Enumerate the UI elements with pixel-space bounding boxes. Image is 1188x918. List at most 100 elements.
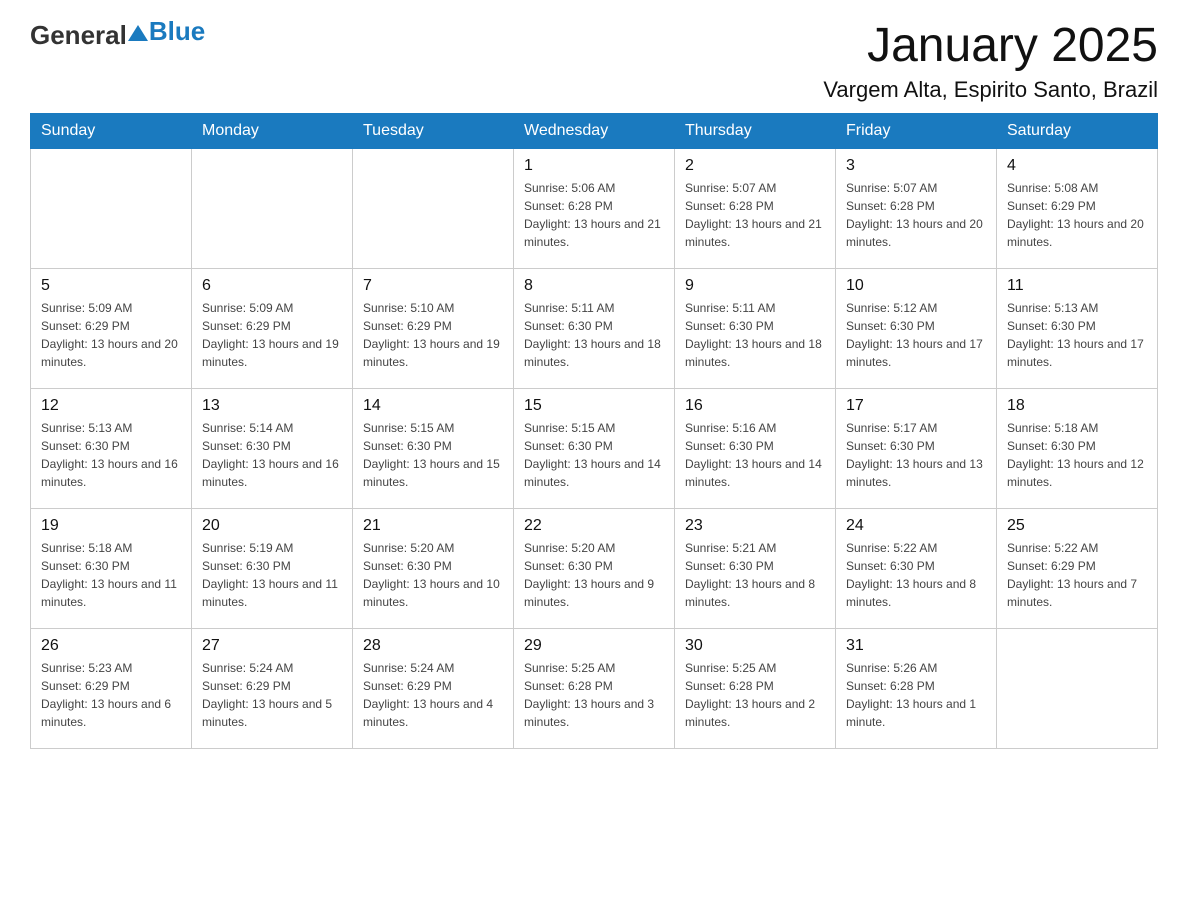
day-number: 12: [41, 397, 181, 415]
weekday-header-saturday: Saturday: [997, 113, 1158, 148]
weekday-header-friday: Friday: [836, 113, 997, 148]
day-info: Sunrise: 5:09 AM Sunset: 6:29 PM Dayligh…: [202, 299, 342, 371]
calendar-cell: 8Sunrise: 5:11 AM Sunset: 6:30 PM Daylig…: [514, 268, 675, 388]
day-number: 3: [846, 157, 986, 175]
week-row-1: 5 Sunrise: 5:09 AM Sunset: 6:29 PM Daylig…: [31, 268, 1158, 388]
day-info: Sunrise: 5:18 AM Sunset: 6:30 PM Dayligh…: [1007, 419, 1147, 491]
day-info: Sunrise: 5:23 AM Sunset: 6:29 PM Dayligh…: [41, 659, 181, 731]
day-info: Sunrise: 5:13 AM Sunset: 6:30 PM Dayligh…: [1007, 299, 1147, 371]
calendar-cell: 25 Sunrise: 5:22 AM Sunset: 6:29 PM Dayli…: [997, 508, 1158, 628]
calendar-title: January 2025: [823, 20, 1158, 73]
day-number: 8: [524, 277, 664, 295]
day-number: 6: [202, 277, 342, 295]
calendar-cell: 22 Sunrise: 5:20 AM Sunset: 6:30 PM Dayli…: [514, 508, 675, 628]
calendar-cell: [997, 628, 1158, 748]
calendar-cell: 5Sunrise: 5:09 AM Sunset: 6:29 PM Daylig…: [31, 268, 192, 388]
day-info: Sunrise: 5:20 AM Sunset: 6:30 PM Dayligh…: [524, 539, 664, 611]
day-number: 20: [202, 517, 342, 535]
calendar-cell: 27Sunrise: 5:24 AM Sunset: 6:29 PM Dayli…: [192, 628, 353, 748]
calendar-cell: 18 Sunrise: 5:18 AM Sunset: 6:30 PM Dayli…: [997, 388, 1158, 508]
day-info: Sunrise: 5:25 AM Sunset: 6:28 PM Dayligh…: [685, 659, 825, 731]
day-info: Sunrise: 5:16 AM Sunset: 6:30 PM Dayligh…: [685, 419, 825, 491]
calendar-cell: 30 Sunrise: 5:25 AM Sunset: 6:28 PM Dayli…: [675, 628, 836, 748]
calendar-cell: 9 Sunrise: 5:11 AM Sunset: 6:30 PM Daylig…: [675, 268, 836, 388]
week-row-3: 19 Sunrise: 5:18 AM Sunset: 6:30 PM Dayli…: [31, 508, 1158, 628]
day-number: 9: [685, 277, 825, 295]
day-info: Sunrise: 5:21 AM Sunset: 6:30 PM Dayligh…: [685, 539, 825, 611]
calendar-cell: 26 Sunrise: 5:23 AM Sunset: 6:29 PM Dayli…: [31, 628, 192, 748]
calendar-cell: 16 Sunrise: 5:16 AM Sunset: 6:30 PM Dayli…: [675, 388, 836, 508]
day-info: Sunrise: 5:19 AM Sunset: 6:30 PM Dayligh…: [202, 539, 342, 611]
calendar-header: SundayMondayTuesdayWednesdayThursdayFrid…: [31, 113, 1158, 148]
day-number: 19: [41, 517, 181, 535]
day-number: 30: [685, 637, 825, 655]
logo: General Blue: [30, 20, 205, 51]
day-number: 11: [1007, 277, 1147, 295]
calendar-cell: 3 Sunrise: 5:07 AM Sunset: 6:28 PM Daylig…: [836, 148, 997, 268]
day-info: Sunrise: 5:24 AM Sunset: 6:29 PM Dayligh…: [363, 659, 503, 731]
day-info: Sunrise: 5:13 AM Sunset: 6:30 PM Dayligh…: [41, 419, 181, 491]
calendar-cell: 24 Sunrise: 5:22 AM Sunset: 6:30 PM Dayli…: [836, 508, 997, 628]
calendar-cell: 29Sunrise: 5:25 AM Sunset: 6:28 PM Dayli…: [514, 628, 675, 748]
calendar-cell: 11 Sunrise: 5:13 AM Sunset: 6:30 PM Dayli…: [997, 268, 1158, 388]
weekday-header-wednesday: Wednesday: [514, 113, 675, 148]
day-number: 10: [846, 277, 986, 295]
day-number: 16: [685, 397, 825, 415]
calendar-cell: 21 Sunrise: 5:20 AM Sunset: 6:30 PM Dayli…: [353, 508, 514, 628]
day-info: Sunrise: 5:10 AM Sunset: 6:29 PM Dayligh…: [363, 299, 503, 371]
calendar-cell: 2Sunrise: 5:07 AM Sunset: 6:28 PM Daylig…: [675, 148, 836, 268]
day-info: Sunrise: 5:11 AM Sunset: 6:30 PM Dayligh…: [685, 299, 825, 371]
weekday-header-monday: Monday: [192, 113, 353, 148]
day-info: Sunrise: 5:25 AM Sunset: 6:28 PM Dayligh…: [524, 659, 664, 731]
day-info: Sunrise: 5:06 AM Sunset: 6:28 PM Dayligh…: [524, 179, 664, 251]
day-number: 25: [1007, 517, 1147, 535]
day-number: 28: [363, 637, 503, 655]
calendar-cell: 17Sunrise: 5:17 AM Sunset: 6:30 PM Dayli…: [836, 388, 997, 508]
logo-general-text: General: [30, 20, 127, 51]
calendar-cell: [192, 148, 353, 268]
day-number: 7: [363, 277, 503, 295]
day-number: 23: [685, 517, 825, 535]
day-number: 2: [685, 157, 825, 175]
day-number: 31: [846, 637, 986, 655]
calendar-cell: 7 Sunrise: 5:10 AM Sunset: 6:29 PM Daylig…: [353, 268, 514, 388]
day-info: Sunrise: 5:15 AM Sunset: 6:30 PM Dayligh…: [524, 419, 664, 491]
logo-blue-text: Blue: [149, 16, 205, 47]
day-number: 22: [524, 517, 664, 535]
calendar-cell: 12 Sunrise: 5:13 AM Sunset: 6:30 PM Dayli…: [31, 388, 192, 508]
week-row-2: 12 Sunrise: 5:13 AM Sunset: 6:30 PM Dayli…: [31, 388, 1158, 508]
day-info: Sunrise: 5:20 AM Sunset: 6:30 PM Dayligh…: [363, 539, 503, 611]
calendar-cell: 14 Sunrise: 5:15 AM Sunset: 6:30 PM Dayli…: [353, 388, 514, 508]
calendar-cell: 4 Sunrise: 5:08 AM Sunset: 6:29 PM Daylig…: [997, 148, 1158, 268]
day-number: 26: [41, 637, 181, 655]
day-info: Sunrise: 5:08 AM Sunset: 6:29 PM Dayligh…: [1007, 179, 1147, 251]
day-number: 21: [363, 517, 503, 535]
calendar-cell: 31 Sunrise: 5:26 AM Sunset: 6:28 PM Dayli…: [836, 628, 997, 748]
day-number: 4: [1007, 157, 1147, 175]
day-info: Sunrise: 5:12 AM Sunset: 6:30 PM Dayligh…: [846, 299, 986, 371]
day-number: 27: [202, 637, 342, 655]
calendar-cell: [31, 148, 192, 268]
day-info: Sunrise: 5:07 AM Sunset: 6:28 PM Dayligh…: [846, 179, 986, 251]
day-number: 24: [846, 517, 986, 535]
day-info: Sunrise: 5:22 AM Sunset: 6:30 PM Dayligh…: [846, 539, 986, 611]
day-number: 5: [41, 277, 181, 295]
weekday-header-thursday: Thursday: [675, 113, 836, 148]
calendar-cell: 28 Sunrise: 5:24 AM Sunset: 6:29 PM Dayli…: [353, 628, 514, 748]
day-number: 13: [202, 397, 342, 415]
day-info: Sunrise: 5:18 AM Sunset: 6:30 PM Dayligh…: [41, 539, 181, 611]
calendar-cell: 1 Sunrise: 5:06 AM Sunset: 6:28 PM Daylig…: [514, 148, 675, 268]
day-info: Sunrise: 5:22 AM Sunset: 6:29 PM Dayligh…: [1007, 539, 1147, 611]
day-info: Sunrise: 5:26 AM Sunset: 6:28 PM Dayligh…: [846, 659, 986, 731]
day-number: 1: [524, 157, 664, 175]
weekday-header-tuesday: Tuesday: [353, 113, 514, 148]
calendar-cell: 13Sunrise: 5:14 AM Sunset: 6:30 PM Dayli…: [192, 388, 353, 508]
weekday-header-row: SundayMondayTuesdayWednesdayThursdayFrid…: [31, 113, 1158, 148]
week-row-0: 1 Sunrise: 5:06 AM Sunset: 6:28 PM Daylig…: [31, 148, 1158, 268]
day-info: Sunrise: 5:15 AM Sunset: 6:30 PM Dayligh…: [363, 419, 503, 491]
day-number: 18: [1007, 397, 1147, 415]
day-number: 14: [363, 397, 503, 415]
week-row-4: 26 Sunrise: 5:23 AM Sunset: 6:29 PM Dayli…: [31, 628, 1158, 748]
weekday-header-sunday: Sunday: [31, 113, 192, 148]
calendar-body: 1 Sunrise: 5:06 AM Sunset: 6:28 PM Daylig…: [31, 148, 1158, 748]
